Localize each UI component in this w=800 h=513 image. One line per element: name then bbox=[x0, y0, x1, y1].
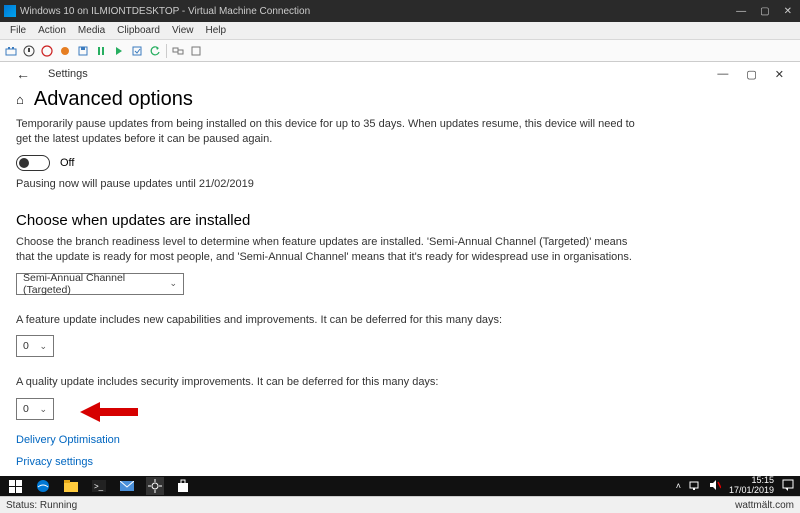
reset-icon[interactable] bbox=[112, 44, 126, 58]
vm-status-bar: Status: Running wattmält.com bbox=[0, 496, 800, 513]
store-icon[interactable] bbox=[174, 477, 192, 495]
vm-toolbar bbox=[0, 40, 800, 62]
guest-screen: ← Settings — ▢ ✕ ⌂ Advanced options Temp… bbox=[0, 62, 800, 496]
start-menu-button[interactable] bbox=[6, 477, 24, 495]
pause-updates-toggle[interactable] bbox=[16, 155, 50, 171]
branch-description: Choose the branch readiness level to det… bbox=[16, 235, 636, 265]
watermark: wattmält.com bbox=[735, 500, 794, 511]
share-icon[interactable] bbox=[189, 44, 203, 58]
settings-label: Settings bbox=[48, 68, 88, 80]
vm-app-icon bbox=[4, 5, 16, 17]
enhanced-session-icon[interactable] bbox=[171, 44, 185, 58]
turnoff-icon[interactable] bbox=[40, 44, 54, 58]
delivery-optimisation-link[interactable]: Delivery Optimisation bbox=[16, 434, 784, 446]
save-icon[interactable] bbox=[76, 44, 90, 58]
branch-select[interactable]: Semi-Annual Channel (Targeted) ⌄ bbox=[16, 273, 184, 295]
quality-defer-value: 0 bbox=[23, 403, 29, 415]
menu-view[interactable]: View bbox=[166, 25, 200, 36]
toggle-knob bbox=[19, 158, 29, 168]
menu-action[interactable]: Action bbox=[32, 25, 72, 36]
quality-defer-select[interactable]: 0 ⌄ bbox=[16, 398, 54, 420]
home-icon[interactable]: ⌂ bbox=[16, 92, 24, 107]
vm-menu-bar: File Action Media Clipboard View Help bbox=[0, 22, 800, 40]
edge-icon[interactable] bbox=[34, 477, 52, 495]
ctrl-alt-del-icon[interactable] bbox=[4, 44, 18, 58]
tray-up-icon[interactable]: ˄ bbox=[676, 481, 681, 491]
settings-maximize-button[interactable]: ▢ bbox=[746, 68, 756, 81]
vm-close-button[interactable]: ✕ bbox=[784, 6, 792, 17]
action-center-icon[interactable] bbox=[782, 479, 794, 493]
start-icon[interactable] bbox=[22, 44, 36, 58]
tray-volume-icon[interactable] bbox=[709, 480, 721, 492]
quality-defer-label: A quality update includes security impro… bbox=[16, 375, 636, 390]
taskbar-clock[interactable]: 15:15 17/01/2019 bbox=[729, 476, 774, 496]
settings-header: ← Settings — ▢ ✕ bbox=[0, 62, 800, 86]
taskbar-date: 17/01/2019 bbox=[729, 486, 774, 496]
settings-taskbar-icon[interactable] bbox=[146, 477, 164, 495]
menu-media[interactable]: Media bbox=[72, 25, 111, 36]
choose-heading: Choose when updates are installed bbox=[16, 212, 784, 229]
annotation-arrow-icon bbox=[80, 400, 140, 424]
terminal-icon[interactable]: >_ bbox=[90, 477, 108, 495]
feature-defer-select[interactable]: 0 ⌄ bbox=[16, 335, 54, 357]
settings-close-button[interactable]: ✕ bbox=[775, 68, 784, 81]
vm-title-bar: Windows 10 on ILMIONTDESKTOP - Virtual M… bbox=[0, 0, 800, 22]
menu-file[interactable]: File bbox=[4, 25, 32, 36]
status-text: Status: Running bbox=[6, 500, 77, 511]
pause-description: Temporarily pause updates from being ins… bbox=[16, 117, 636, 147]
shutdown-icon[interactable] bbox=[58, 44, 72, 58]
feature-defer-value: 0 bbox=[23, 340, 29, 352]
branch-select-value: Semi-Annual Channel (Targeted) bbox=[23, 272, 163, 296]
chevron-down-icon: ⌄ bbox=[39, 404, 47, 415]
svg-text:>_: >_ bbox=[94, 482, 104, 491]
menu-clipboard[interactable]: Clipboard bbox=[111, 25, 166, 36]
chevron-down-icon: ⌄ bbox=[39, 341, 47, 352]
tray-network-icon[interactable] bbox=[689, 480, 701, 492]
vm-minimize-button[interactable]: — bbox=[736, 6, 746, 17]
checkpoint-icon[interactable] bbox=[130, 44, 144, 58]
toggle-state-label: Off bbox=[60, 157, 74, 169]
feature-defer-label: A feature update includes new capabiliti… bbox=[16, 313, 636, 328]
privacy-settings-link[interactable]: Privacy settings bbox=[16, 456, 784, 468]
back-button[interactable]: ← bbox=[16, 66, 30, 82]
file-explorer-icon[interactable] bbox=[62, 477, 80, 495]
menu-help[interactable]: Help bbox=[199, 25, 232, 36]
page-title: Advanced options bbox=[34, 88, 193, 111]
vm-maximize-button[interactable]: ▢ bbox=[760, 6, 769, 17]
pause-icon[interactable] bbox=[94, 44, 108, 58]
windows-taskbar: >_ ˄ 15:15 17/01/2019 bbox=[0, 476, 800, 496]
revert-icon[interactable] bbox=[148, 44, 162, 58]
pause-until-text: Pausing now will pause updates until 21/… bbox=[16, 177, 636, 192]
chevron-down-icon: ⌄ bbox=[169, 278, 177, 289]
vm-window-title: Windows 10 on ILMIONTDESKTOP - Virtual M… bbox=[20, 6, 310, 17]
mail-icon[interactable] bbox=[118, 477, 136, 495]
settings-minimize-button[interactable]: — bbox=[717, 68, 728, 81]
